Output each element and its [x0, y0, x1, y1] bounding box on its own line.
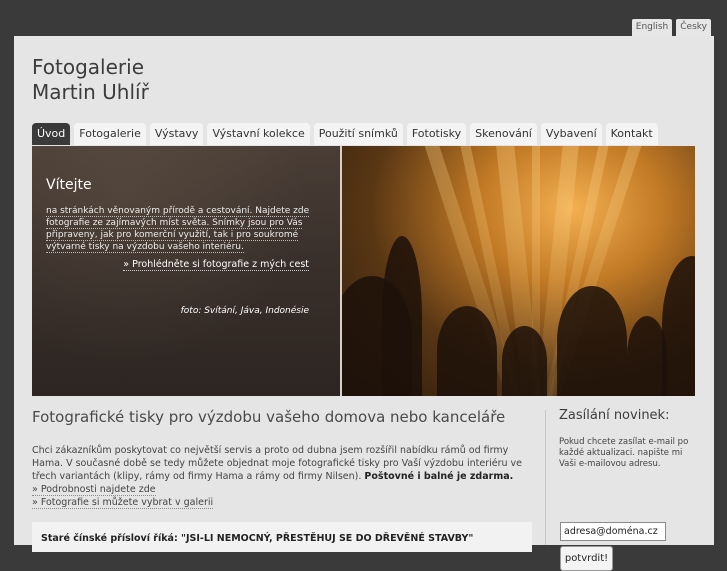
tab-vybaveni[interactable]: Vybavení — [540, 123, 602, 145]
site-title-line2: Martin Uhlíř — [32, 80, 149, 104]
site-title-line1: Fotogalerie — [32, 55, 145, 79]
tab-skenovani[interactable]: Skenování — [470, 123, 537, 145]
submit-button[interactable]: potvrdit! — [560, 546, 613, 571]
tab-fototisky[interactable]: Fototisky — [406, 123, 467, 145]
newsletter-text: Pokud chcete zasílat e-mail po každé akt… — [559, 437, 689, 469]
language-switcher: English Česky — [631, 19, 711, 37]
main-content: Fotografické tisky pro výzdobu vašeho do… — [32, 408, 532, 509]
free-shipping-note: Poštovné i balné je zdarma. — [364, 471, 514, 482]
hero-description: na stránkách věnovaným přírodě a cestová… — [46, 206, 310, 253]
main-navigation: Úvod Fotogalerie Výstavy Výstavní kolekc… — [32, 123, 658, 145]
email-field[interactable] — [560, 522, 666, 541]
tab-pouziti-snimku[interactable]: Použití snímků — [313, 123, 403, 145]
tab-vystavy[interactable]: Výstavy — [149, 123, 204, 145]
gallery-link[interactable]: » Fotografie si můžete vybrat v galerii — [32, 497, 214, 509]
tab-fotogalerie[interactable]: Fotogalerie — [74, 123, 146, 145]
proverb-box: Staré čínské přísloví říká: "JSI-LI NEMO… — [32, 522, 532, 552]
prints-paragraph: Chci zákazníkům poskytovat co největší s… — [32, 445, 522, 482]
prints-heading: Fotografické tisky pro výzdobu vašeho do… — [32, 408, 506, 426]
details-link[interactable]: » Podrobnosti najdete zde — [32, 484, 156, 496]
sidebar-divider — [545, 410, 546, 545]
language-english-button[interactable]: English — [631, 19, 673, 37]
hero-banner: Vítejte na stránkách věnovaným přírodě a… — [32, 146, 695, 396]
hero-heading: Vítejte — [46, 177, 92, 193]
hero-text-panel: Vítejte na stránkách věnovaným přírodě a… — [32, 146, 340, 396]
tab-kontakt[interactable]: Kontakt — [605, 123, 658, 145]
newsletter-sidebar: Zasílání novinek: Pokud chcete zasílat e… — [559, 408, 699, 571]
gallery-link-row: » Fotografie si můžete vybrat v galerii — [32, 496, 532, 509]
tab-vystavni-kolekce[interactable]: Výstavní kolekce — [207, 123, 310, 145]
details-link-row: » Podrobnosti najdete zde — [32, 483, 532, 496]
hero-photo-caption: foto: Svítání, Jáva, Indonésie — [180, 306, 309, 316]
newsletter-heading: Zasílání novinek: — [559, 408, 670, 423]
tab-uvod[interactable]: Úvod — [32, 123, 71, 145]
page-container: Fotogalerie Martin Uhlíř Úvod Fotogaleri… — [14, 36, 714, 571]
site-title[interactable]: Fotogalerie Martin Uhlíř — [32, 55, 149, 105]
hero-gallery-link[interactable]: » Prohlédněte si fotografie z mých cest — [123, 259, 309, 271]
language-czech-button[interactable]: Česky — [676, 19, 711, 37]
hero-photo — [342, 146, 695, 396]
